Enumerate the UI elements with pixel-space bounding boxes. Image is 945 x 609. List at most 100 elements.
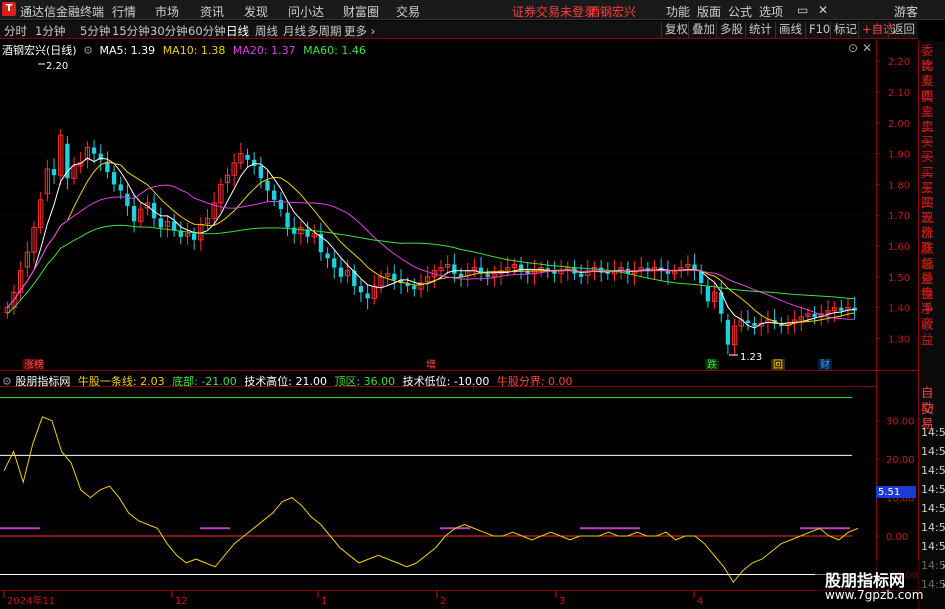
x-axis: 2024年11 12 1 2 3 4 <box>3 591 703 607</box>
indicator-y-tick-label: 0.00 <box>886 532 908 543</box>
indicator-name: 股朋指标网 <box>15 375 71 388</box>
ma20-label: MA20: 1.37 <box>232 44 296 57</box>
candle-body <box>812 313 817 317</box>
candle-body <box>338 267 344 277</box>
indicator-lines <box>0 397 859 584</box>
indicator-y-tick-label: 20.00 <box>886 455 915 466</box>
ma5-label: MA5: 1.39 <box>99 44 156 57</box>
candle-body <box>131 206 137 222</box>
marker-limit-up[interactable]: 涨榜 <box>24 358 44 371</box>
candle-body <box>158 218 163 228</box>
candle-body <box>258 165 264 179</box>
ma-line-ma5 <box>6 157 855 329</box>
x-tick-label: 3 <box>559 596 565 607</box>
x-tick-label: 12 <box>175 596 188 607</box>
candle-body <box>839 307 844 311</box>
tick-time: 14:56 <box>921 521 945 534</box>
kline-y-tick-label: 1.50 <box>888 273 910 284</box>
candle-body <box>332 258 337 268</box>
ma10-label: MA10: 1.38 <box>162 44 226 57</box>
high-label: 2.20 <box>46 61 68 72</box>
kline-y-tick-label: 2.20 <box>888 57 910 68</box>
candle-body <box>745 320 751 324</box>
candle-body <box>485 274 490 277</box>
marker-increase[interactable]: 增 <box>426 358 436 371</box>
candle-body <box>412 286 417 290</box>
ma-line-ma60 <box>6 224 855 315</box>
candle-body <box>452 264 457 274</box>
close-panel-icon[interactable]: ✕ <box>862 41 872 55</box>
candle-body <box>91 147 97 154</box>
tick-time: 14:56 <box>921 445 945 458</box>
candle-body <box>105 162 110 173</box>
candle-body <box>272 190 277 200</box>
low-label: 1.23 <box>740 352 762 363</box>
indicator-curve <box>3 416 859 584</box>
tick-time: 14:56 <box>921 483 945 496</box>
quote-side-panel: 委比 卖五 卖四 卖三 卖二 卖一 买一 买二 买三 买四 买五 现价 涨跌 涨幅 总量 外盘 换手 净资 收益 自… <box>918 41 945 609</box>
indicator-main-line: 牛股一条线: 2.03 <box>77 375 165 388</box>
candle-body <box>705 286 711 302</box>
candle-body <box>752 323 757 327</box>
x-tick-label: 2024年11 <box>7 594 55 607</box>
marker-finance[interactable]: 财 <box>820 358 830 371</box>
indicator-legend: ⚙ 股朋指标网 牛股一条线: 2.03 底部: -21.00 技术高位: 21.… <box>2 373 573 389</box>
candle-body <box>252 159 257 166</box>
kline-y-tick-label: 1.90 <box>888 150 910 161</box>
ma-lines <box>6 157 855 329</box>
kline-legend: 酒钢宏兴(日线) ⚙ MA5: 1.39 MA10: 1.38 MA20: 1.… <box>2 42 366 58</box>
settings-gear-icon[interactable]: ⚙ <box>83 44 93 57</box>
kline-y-tick-label: 1.40 <box>888 304 910 315</box>
indicator-top-zone: 顶区: 36.00 <box>334 375 396 388</box>
candle-body <box>365 293 370 299</box>
tick-time: 14:56 <box>921 502 945 515</box>
candle-body <box>118 184 123 191</box>
candle-body <box>725 319 731 345</box>
indicator-y-tick-label: 30.00 <box>886 417 915 428</box>
candle-body <box>111 172 117 185</box>
indicator-cursor-value: 5.51 <box>878 487 900 498</box>
candle-body <box>51 169 57 176</box>
candle-body <box>665 271 671 274</box>
watermark-url: www.7gpzb.com <box>825 588 924 602</box>
kline-y-tick-label: 1.30 <box>888 334 910 345</box>
candle-body <box>525 271 530 274</box>
kline-y-tick-label: 1.60 <box>888 242 910 253</box>
kline-grid <box>0 60 876 339</box>
indicator-boundary: 牛股分界: 0.00 <box>496 375 573 388</box>
indicator-tech-high: 技术高位: 21.00 <box>244 375 327 388</box>
x-tick-label: 1 <box>321 596 327 607</box>
candle-body <box>285 212 290 228</box>
ma60-label: MA60: 1.46 <box>303 44 366 57</box>
tick-time: 14:56 <box>921 540 945 553</box>
tick-time: 14:56 <box>921 426 945 439</box>
candle-body <box>245 154 250 160</box>
candle-body <box>265 180 270 191</box>
x-tick-label: 2 <box>440 596 446 607</box>
kline-y-tick-label: 1.70 <box>888 211 910 222</box>
expand-panel-icon[interactable]: ⊙ <box>848 41 858 55</box>
candle-series <box>4 129 857 356</box>
kline-y-tick-label: 2.10 <box>888 88 910 99</box>
x-tick-label: 4 <box>697 596 703 607</box>
indicator-bottom: 底部: -21.00 <box>172 375 237 388</box>
indicator-tech-low: 技术低位: -10.00 <box>402 375 490 388</box>
kline-y-tick-label: 1.80 <box>888 180 910 191</box>
candle-body <box>358 286 364 293</box>
quote-label[interactable]: 收益 <box>921 317 945 347</box>
indicator-y-axis: 30.0020.0010.000.00-10.00 <box>876 417 918 581</box>
candle-body <box>578 273 584 277</box>
marker-drop[interactable]: 跌 <box>707 358 717 371</box>
watermark: 股朋指标网 www.7gpzb.com <box>815 560 943 608</box>
candle-body <box>171 221 177 231</box>
chart-canvas[interactable]: 2.20 2.10 2.00 1.90 1.80 1.70 1.60 1.50 1.40 1.30… <box>0 0 918 609</box>
candle-body <box>191 233 197 240</box>
kline-title: 酒钢宏兴(日线) <box>2 44 77 57</box>
candle-body <box>125 193 130 206</box>
candle-body <box>325 253 330 259</box>
indicator-settings-icon[interactable]: ⚙ <box>2 375 12 388</box>
tick-time: 14:56 <box>921 464 945 477</box>
marker-buyback[interactable]: 回 <box>773 359 783 371</box>
kline-y-tick-label: 2.00 <box>888 119 910 130</box>
kline-y-axis: 2.20 2.10 2.00 1.90 1.80 1.70 1.60 1.50 1.40 1.30 <box>876 57 910 345</box>
